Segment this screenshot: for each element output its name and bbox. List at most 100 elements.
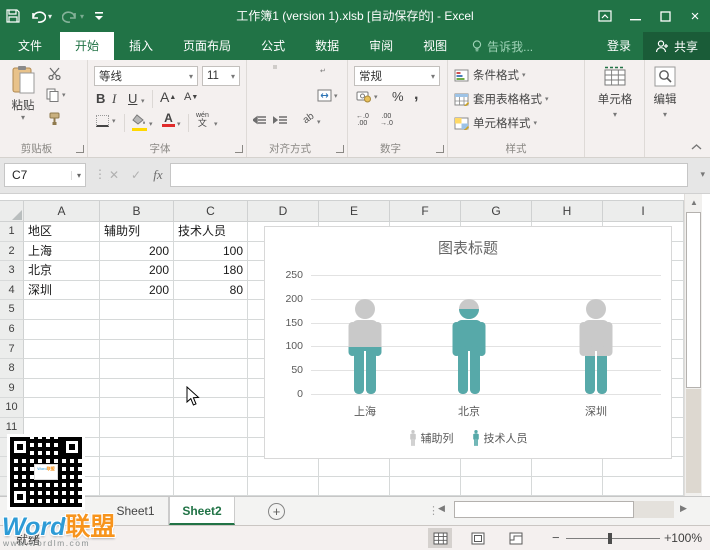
row-header[interactable]: 4 — [0, 280, 24, 301]
zoom-slider-track[interactable] — [566, 538, 660, 539]
cell[interactable] — [390, 476, 461, 497]
cell[interactable] — [390, 457, 461, 477]
cell[interactable] — [319, 457, 390, 477]
new-sheet-button[interactable]: + — [268, 503, 285, 520]
vertical-scroll-track[interactable] — [686, 389, 701, 493]
cell[interactable]: 80 — [174, 280, 248, 301]
select-all-corner[interactable] — [0, 200, 24, 222]
tab-数据[interactable]: 数据 — [300, 32, 354, 60]
cancel-button[interactable]: ✕ — [104, 163, 124, 187]
grow-font-button[interactable]: A ▲ — [160, 89, 176, 105]
phonetic-guide-button[interactable]: wén 文 — [196, 112, 209, 128]
conditional-formatting-button[interactable]: 条件格式 ▾ — [454, 67, 526, 83]
font-dialog-launcher[interactable] — [235, 145, 243, 153]
borders-dropdown-icon[interactable]: ▾ — [112, 117, 116, 125]
row-header[interactable]: 7 — [0, 339, 24, 360]
increase-decimal-button[interactable]: ←.0.00 — [356, 113, 369, 127]
tell-me-box[interactable]: 告诉我... — [462, 32, 543, 60]
alignment-dialog-launcher[interactable] — [336, 145, 344, 153]
cell[interactable] — [24, 378, 100, 399]
vertical-scrollbar[interactable]: ▲ ▼ — [684, 194, 702, 512]
row-header[interactable]: 2 — [0, 241, 24, 262]
zoom-out-button[interactable]: − — [552, 530, 560, 545]
scroll-right-icon[interactable]: ▶ — [680, 503, 687, 514]
cell[interactable] — [24, 319, 100, 340]
horizontal-scroll-thumb[interactable] — [454, 501, 634, 518]
scroll-left-icon[interactable]: ◀ — [438, 503, 445, 514]
zoom-slider-thumb[interactable] — [608, 533, 612, 544]
cell[interactable] — [100, 457, 174, 477]
font-color-dropdown-icon[interactable]: ▾ — [177, 120, 181, 128]
cell[interactable] — [461, 457, 532, 477]
fill-color-button[interactable] — [132, 114, 147, 131]
cell[interactable] — [174, 417, 248, 438]
tab-file[interactable]: 文件 — [0, 32, 60, 60]
column-header-A[interactable]: A — [24, 200, 100, 222]
cells-dropdown-icon[interactable]: ▾ — [585, 110, 645, 119]
tab-插入[interactable]: 插入 — [114, 32, 168, 60]
cell[interactable] — [24, 339, 100, 360]
number-format-select[interactable]: 常规 ▾ — [354, 66, 440, 86]
share-button[interactable]: 共享 — [642, 32, 710, 60]
editing-dropdown-icon[interactable]: ▾ — [645, 110, 685, 119]
cell[interactable] — [461, 476, 532, 497]
cell[interactable] — [24, 398, 100, 418]
cell[interactable] — [532, 457, 603, 477]
horizontal-scroll-track[interactable] — [634, 501, 674, 518]
format-painter-button[interactable] — [48, 112, 61, 126]
format-as-table-button[interactable]: 套用表格格式 ▾ — [454, 91, 549, 107]
cell[interactable] — [603, 476, 684, 497]
shrink-font-button[interactable]: A ▼ — [184, 91, 198, 103]
cut-button[interactable] — [48, 67, 62, 80]
decrease-decimal-button[interactable]: .00 →.0 — [380, 113, 393, 127]
close-button[interactable]: × — [680, 0, 710, 32]
column-header-G[interactable]: G — [461, 200, 532, 222]
copy-button[interactable]: ▾ — [46, 88, 66, 102]
phonetic-dropdown-icon[interactable]: ▾ — [214, 120, 218, 128]
cell[interactable]: 180 — [174, 261, 248, 281]
tab-页面布局[interactable]: 页面布局 — [168, 32, 246, 60]
accounting-dropdown-icon[interactable]: ▾ — [374, 93, 378, 101]
percent-style-button[interactable]: % — [392, 89, 404, 104]
decrease-indent-button[interactable] — [253, 115, 267, 127]
underline-dropdown-icon[interactable]: ▾ — [141, 97, 145, 105]
borders-button[interactable]: ▾ — [96, 115, 116, 127]
font-name-select[interactable]: 等线 ▾ — [94, 66, 198, 86]
cell-styles-button[interactable]: 单元格样式 ▾ — [454, 115, 537, 131]
column-header-H[interactable]: H — [532, 200, 603, 222]
row-header[interactable]: 9 — [0, 378, 24, 399]
fill-color-dropdown-icon[interactable]: ▾ — [149, 120, 153, 128]
sheet-tab-Sheet2[interactable]: Sheet2 — [169, 497, 235, 525]
cell[interactable] — [174, 437, 248, 458]
cell[interactable]: 200 — [100, 261, 174, 281]
sign-in-button[interactable]: 登录 — [595, 32, 643, 60]
cell[interactable]: 上海 — [24, 241, 100, 262]
merge-dropdown-icon[interactable]: ▾ — [334, 92, 338, 100]
column-header-D[interactable]: D — [248, 200, 319, 222]
cell[interactable]: 北京 — [24, 261, 100, 281]
orientation-button[interactable]: ab — [301, 111, 316, 126]
cell[interactable] — [248, 476, 319, 497]
orientation-dropdown-icon[interactable]: ▾ — [317, 118, 321, 126]
name-box-dropdown-icon[interactable]: ▾ — [70, 170, 81, 180]
insert-function-button[interactable]: fx — [148, 163, 168, 187]
cell[interactable]: 深圳 — [24, 280, 100, 301]
tab-视图[interactable]: 视图 — [408, 32, 462, 60]
center-button[interactable] — [273, 91, 275, 105]
column-header-F[interactable]: F — [390, 200, 461, 222]
column-header-C[interactable]: C — [174, 200, 248, 222]
expand-formula-bar-icon[interactable]: ▾ — [700, 169, 705, 180]
number-dialog-launcher[interactable] — [436, 145, 444, 153]
cell[interactable]: 200 — [100, 241, 174, 262]
normal-view-button[interactable] — [428, 528, 452, 548]
tab-开始[interactable]: 开始 — [60, 32, 115, 60]
tab-公式[interactable]: 公式 — [246, 32, 300, 60]
cells-button[interactable]: 单元格 ▾ — [585, 66, 645, 119]
wrap-text-button[interactable]: ↵ — [319, 67, 326, 75]
vertical-scroll-thumb[interactable] — [686, 212, 701, 388]
cell[interactable] — [174, 339, 248, 360]
paste-dropdown-icon[interactable]: ▾ — [4, 113, 42, 122]
column-header-E[interactable]: E — [319, 200, 390, 222]
people-chart[interactable]: 图表标题 0 50 100 150 200 250 上海 北京 深圳 辅助列 技术人员 — [264, 226, 672, 459]
cell[interactable]: 技术人员 — [174, 222, 248, 242]
